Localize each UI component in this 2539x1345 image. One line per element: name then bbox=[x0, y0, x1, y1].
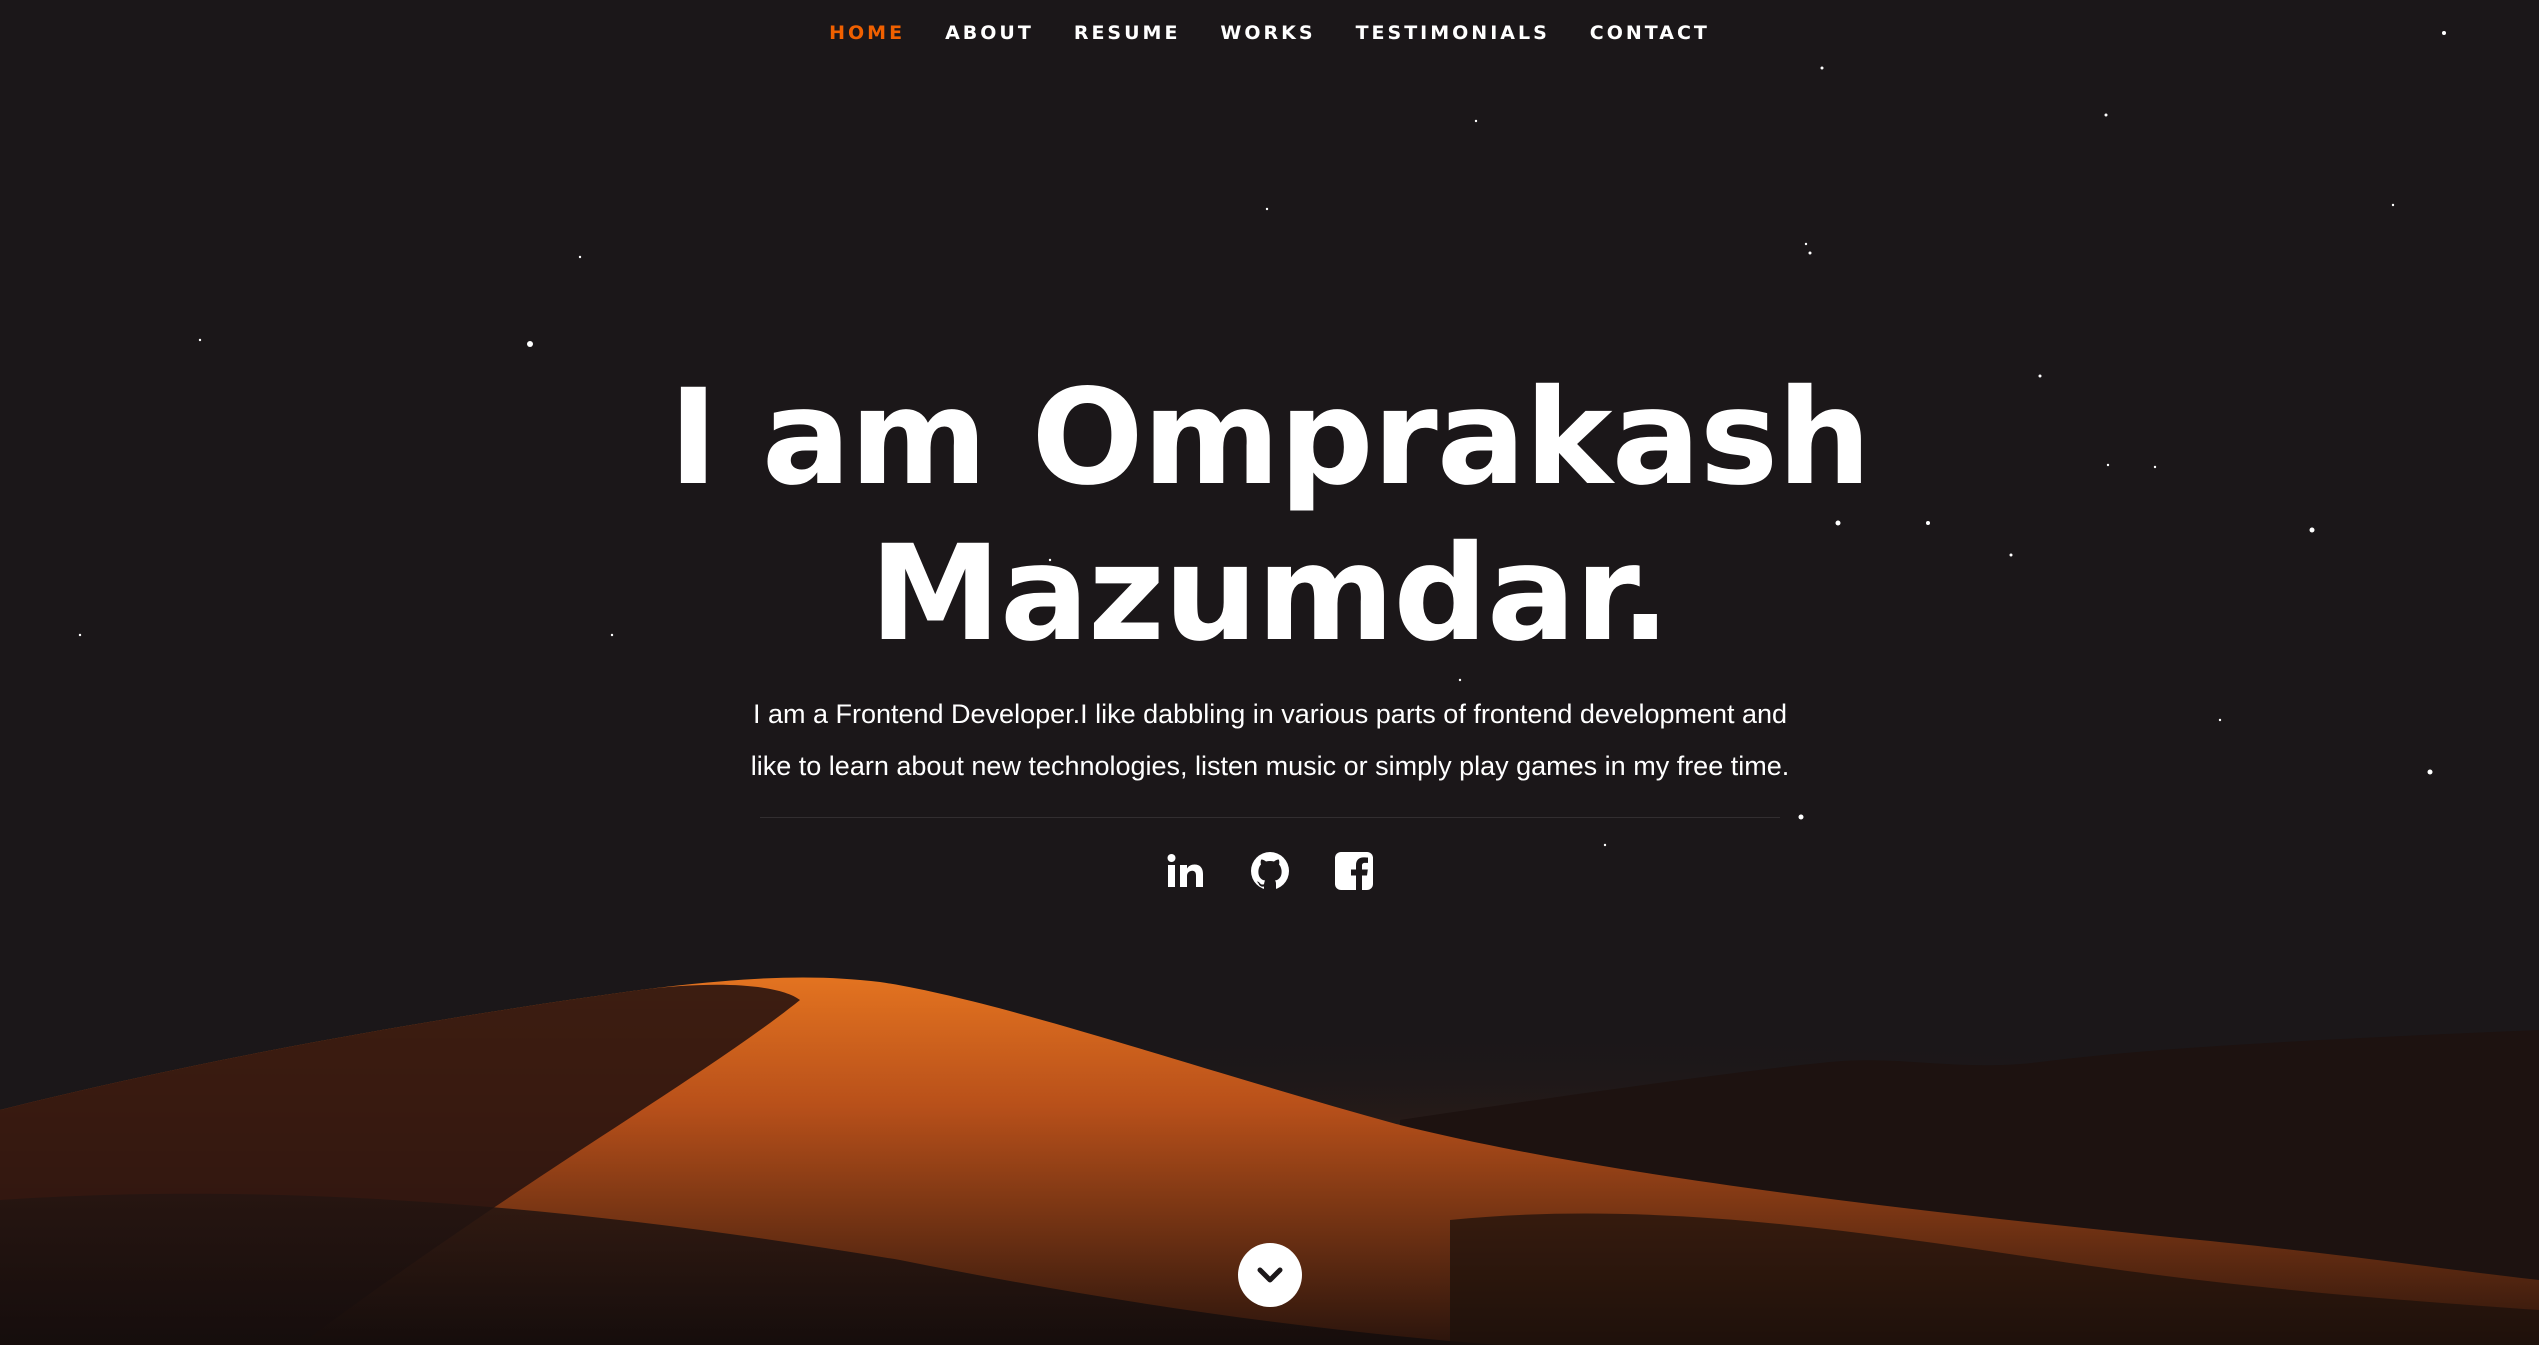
facebook-link[interactable] bbox=[1333, 850, 1375, 892]
linkedin-link[interactable] bbox=[1165, 850, 1207, 892]
nav-item-resume[interactable]: RESUME bbox=[1074, 22, 1181, 44]
social-links bbox=[0, 850, 2539, 892]
chevron-down-icon bbox=[1257, 1267, 1283, 1283]
nav-item-works[interactable]: WORKS bbox=[1220, 22, 1315, 44]
nav-item-contact[interactable]: CONTACT bbox=[1590, 22, 1710, 44]
main-nav: HOME ABOUT RESUME WORKS TESTIMONIALS CON… bbox=[0, 0, 2539, 66]
intro-line-1: I am a Frontend Developer.I like dabblin… bbox=[752, 699, 1788, 729]
hero-intro: I am a Frontend Developer.I like dabblin… bbox=[730, 688, 1810, 792]
scroll-down-button[interactable] bbox=[1238, 1243, 1302, 1307]
intro-line-2: like to learn about new technologies, li… bbox=[750, 751, 1790, 781]
desert-night-background bbox=[0, 0, 2539, 1345]
headline-line-2: Mazumdar. bbox=[869, 517, 1671, 671]
nav-item-about[interactable]: ABOUT bbox=[945, 22, 1034, 44]
headline-line-1: I am Omprakash bbox=[668, 361, 1871, 515]
facebook-icon bbox=[1334, 852, 1373, 890]
hero-headline: I am Omprakash Mazumdar. bbox=[0, 360, 2539, 672]
linkedin-icon bbox=[1167, 854, 1203, 887]
divider bbox=[760, 817, 1780, 818]
nav-item-home[interactable]: HOME bbox=[829, 22, 905, 44]
github-link[interactable] bbox=[1249, 850, 1291, 892]
github-icon bbox=[1250, 852, 1289, 890]
hero-section bbox=[0, 0, 2539, 1345]
nav-item-testimonials[interactable]: TESTIMONIALS bbox=[1356, 22, 1550, 44]
